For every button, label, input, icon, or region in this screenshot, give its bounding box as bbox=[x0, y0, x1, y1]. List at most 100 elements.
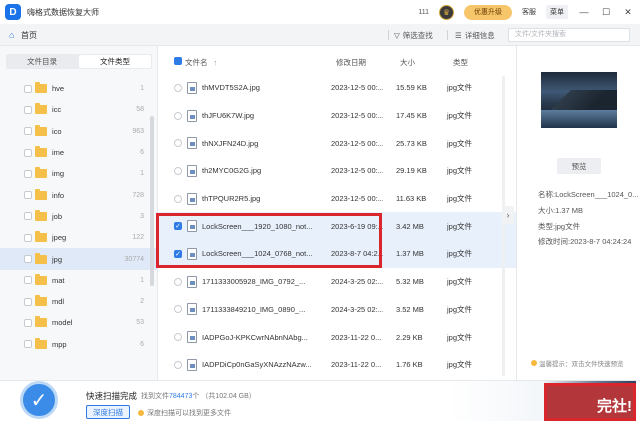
folder-count: 3 bbox=[140, 212, 144, 220]
check-icon: ✓ bbox=[20, 381, 58, 419]
folder-item[interactable]: jpg 30774 bbox=[0, 248, 157, 270]
folder-icon bbox=[35, 146, 47, 158]
file-row[interactable]: IADPGoJ-KPKCwrNAbnNAbg... 2023-11-22 0...… bbox=[158, 323, 516, 351]
file-checkbox[interactable] bbox=[174, 139, 182, 148]
filter-button[interactable]: ▽ 筛选查找 bbox=[394, 28, 433, 42]
folder-item[interactable]: img 1 bbox=[0, 163, 157, 184]
preview-button[interactable]: 预览 bbox=[557, 158, 601, 174]
file-type: jpg文件 bbox=[447, 194, 473, 204]
folder-checkbox[interactable] bbox=[24, 318, 32, 327]
folder-count: 53 bbox=[136, 319, 144, 327]
folder-item[interactable]: info 728 bbox=[0, 184, 157, 205]
deep-scan-button[interactable]: 深度扫描 bbox=[86, 405, 130, 419]
folder-item[interactable]: job 3 bbox=[0, 206, 157, 227]
file-row[interactable]: th2MYC0G2G.jpg 2023-12-5 00:... 29.19 KB jp… bbox=[158, 157, 516, 185]
search-input[interactable]: 文件/文件夹搜索 bbox=[508, 28, 630, 42]
tab-home[interactable]: ⌂ 首页 bbox=[9, 28, 37, 42]
file-checkbox[interactable] bbox=[174, 83, 182, 92]
file-checkbox[interactable] bbox=[174, 166, 182, 175]
tip-icon bbox=[138, 410, 144, 416]
folder-checkbox[interactable] bbox=[24, 191, 32, 200]
image-file-icon bbox=[187, 137, 197, 150]
detail-info-button[interactable]: ☰ 详细信息 bbox=[455, 28, 495, 42]
file-type: jpg文件 bbox=[447, 111, 473, 121]
file-row[interactable]: thMVDT5S2A.jpg 2023-12-5 00:... 15.59 KB jp… bbox=[158, 74, 516, 102]
folder-checkbox[interactable] bbox=[24, 212, 32, 221]
folder-checkbox[interactable] bbox=[24, 276, 32, 285]
folder-item[interactable]: mat 1 bbox=[0, 270, 157, 291]
file-row[interactable]: thJFU6K7W.jpg 2023-12-5 00:... 17.45 KB jpg… bbox=[158, 102, 516, 130]
customer-service-button[interactable]: 客服 bbox=[522, 7, 536, 17]
file-date: 2024-3-25 02:... bbox=[331, 277, 383, 287]
file-type: jpg文件 bbox=[447, 332, 473, 342]
tab-file-type[interactable]: 文件类型 bbox=[79, 55, 151, 68]
folder-checkbox[interactable] bbox=[24, 340, 32, 349]
collapse-panel-button[interactable]: › bbox=[502, 206, 514, 224]
folder-item[interactable]: model 53 bbox=[0, 312, 157, 333]
folder-checkbox[interactable] bbox=[24, 105, 32, 114]
folder-item[interactable]: ime 6 bbox=[0, 142, 157, 163]
file-checkbox[interactable] bbox=[174, 305, 182, 314]
file-row[interactable]: thTPQUR2R5.jpg 2023-12-5 00:... 11.63 KB jp… bbox=[158, 185, 516, 213]
header-type[interactable]: 类型 bbox=[453, 57, 468, 68]
file-checkbox[interactable] bbox=[174, 360, 182, 369]
folder-item[interactable]: jpeg 122 bbox=[0, 227, 157, 248]
folder-icon bbox=[35, 295, 47, 307]
title-bar: D 嗨格式数据恢复大师 111 ♛ 优惠升级 客服 菜单 — ☐ ✕ bbox=[0, 0, 640, 24]
file-checkbox[interactable] bbox=[174, 194, 182, 203]
folder-count: 728 bbox=[132, 191, 144, 199]
file-row[interactable]: 1711333849210_IMG_0890_... 2024-3-25 02:.… bbox=[158, 296, 516, 324]
folder-item[interactable]: icc 58 bbox=[0, 99, 157, 120]
maximize-icon[interactable]: ☐ bbox=[600, 6, 612, 18]
tab-file-directory[interactable]: 文件目录 bbox=[6, 54, 78, 69]
file-list-scrollbar[interactable] bbox=[502, 76, 505, 376]
file-date: 2023-11-22 0... bbox=[331, 332, 382, 342]
preview-tip-text: 温馨提示：双击文件快速预览 bbox=[539, 361, 624, 368]
folder-icon bbox=[35, 316, 47, 328]
file-size: 3.42 MB bbox=[396, 221, 424, 231]
folder-checkbox[interactable] bbox=[24, 297, 32, 306]
file-size: 11.63 KB bbox=[396, 194, 427, 204]
recover-button[interactable]: 完社! bbox=[544, 383, 636, 421]
divider bbox=[388, 30, 389, 40]
header-date[interactable]: 修改日期 bbox=[336, 57, 366, 68]
upgrade-button[interactable]: 优惠升级 bbox=[464, 4, 512, 20]
file-checkbox[interactable] bbox=[174, 111, 182, 120]
folder-checkbox[interactable] bbox=[24, 148, 32, 157]
detail-info-label: 详细信息 bbox=[464, 30, 495, 40]
folder-item[interactable]: mdl 2 bbox=[0, 291, 157, 312]
file-checkbox[interactable] bbox=[174, 277, 182, 286]
folder-checkbox[interactable] bbox=[24, 233, 32, 242]
crown-icon[interactable]: ♛ bbox=[439, 4, 454, 20]
file-checkbox[interactable] bbox=[174, 333, 182, 342]
preview-tip: 温馨提示：双击文件快速预览 bbox=[531, 358, 624, 368]
folder-item[interactable]: mpp 6 bbox=[0, 334, 157, 355]
folder-checkbox[interactable] bbox=[24, 84, 32, 93]
folder-checkbox[interactable] bbox=[24, 255, 32, 264]
file-row[interactable]: thNXJFN24D.jpg 2023-12-5 00:... 25.73 KB jp… bbox=[158, 129, 516, 157]
found-count: 784473 bbox=[169, 393, 193, 400]
file-type: jpg文件 bbox=[447, 304, 473, 314]
header-name[interactable]: 文件名 ↑ bbox=[185, 57, 217, 68]
header-size[interactable]: 大小 bbox=[400, 57, 415, 68]
detail-name: 名称:LockScreen___1024_0... bbox=[538, 190, 639, 199]
folder-name: mat bbox=[52, 275, 65, 285]
file-row[interactable]: 1711333005928_IMG_0792_... 2024-3-25 02:.… bbox=[158, 268, 516, 296]
folder-checkbox[interactable] bbox=[24, 169, 32, 178]
file-size: 29.19 KB bbox=[396, 166, 427, 176]
menu-button[interactable]: 菜单 bbox=[546, 5, 568, 19]
folder-item[interactable]: hve 1 bbox=[0, 78, 157, 99]
file-row[interactable]: IADPDiCp0nGaSyXNAzzNAzw... 2023-11-22 0..… bbox=[158, 351, 516, 379]
close-icon[interactable]: ✕ bbox=[622, 6, 634, 18]
file-size: 15.59 KB bbox=[396, 83, 427, 93]
tab-bar: ⌂ 首页 ▽ 筛选查找 ☰ 详细信息 文件/文件夹搜索 bbox=[0, 24, 640, 46]
folder-checkbox[interactable] bbox=[24, 127, 32, 136]
file-name: thMVDT5S2A.jpg bbox=[202, 83, 260, 93]
folder-item[interactable]: ico 963 bbox=[0, 121, 157, 142]
left-scrollbar[interactable] bbox=[150, 116, 154, 286]
deep-scan-tip-text: 深度扫描可以找到更多文件 bbox=[147, 410, 231, 417]
app-logo-icon: D bbox=[5, 4, 21, 20]
file-size: 3.52 MB bbox=[396, 304, 424, 314]
minimize-icon[interactable]: — bbox=[578, 6, 590, 18]
select-all-checkbox[interactable] bbox=[174, 57, 182, 65]
